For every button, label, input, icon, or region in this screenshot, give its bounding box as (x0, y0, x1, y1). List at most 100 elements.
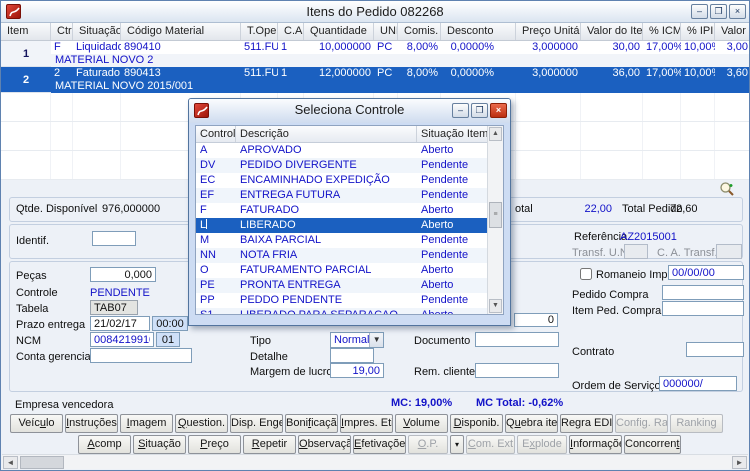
column-header-ipi[interactable]: % IPI (681, 23, 715, 40)
imagem-button[interactable]: Imagem (120, 414, 173, 433)
disponib-button[interactable]: Disponib. (450, 414, 503, 433)
bonificacao-button[interactable]: Bonificação (285, 414, 338, 433)
preco-button[interactable]: Preço (188, 435, 241, 454)
column-header-c-a[interactable]: C.A. (278, 23, 304, 40)
contrato-input[interactable] (686, 342, 744, 357)
repetir-button[interactable]: Repetir (243, 435, 296, 454)
rem-cliente-input[interactable] (475, 363, 559, 378)
chevron-down-icon[interactable]: ▼ (369, 333, 383, 347)
instrucoes-button[interactable]: Instruções (65, 414, 118, 433)
o-p-button[interactable]: O.P. (408, 435, 448, 454)
column-header-codigo-material[interactable]: Código Material (121, 23, 241, 40)
small-value-input[interactable] (514, 313, 558, 327)
scroll-left-icon[interactable]: ◄ (3, 456, 18, 469)
column-header-valor-do-item[interactable]: Valor do Item (581, 23, 643, 40)
conta-gerencial-input[interactable] (90, 348, 192, 363)
list-item[interactable]: LLIBERADOAberto (196, 218, 503, 233)
list-item[interactable]: ECENCAMINHADO EXPEDIÇÃOPendente (196, 173, 503, 188)
ncm-input[interactable] (90, 332, 154, 347)
minimize-icon[interactable]: – (691, 4, 708, 19)
romaneio-date-input[interactable] (668, 265, 744, 280)
documento-input[interactable] (475, 332, 559, 347)
margem-lucro-input[interactable] (330, 363, 384, 378)
list-item[interactable]: MBAIXA PARCIALPendente (196, 233, 503, 248)
scroll-down-icon[interactable]: ▼ (489, 299, 502, 313)
column-header-desconto[interactable]: Desconto (441, 23, 516, 40)
situacao-button[interactable]: Situação (133, 435, 186, 454)
list-item[interactable]: FFATURADOAberto (196, 203, 503, 218)
acomp-button[interactable]: Acomp (78, 435, 131, 454)
prazo-entrega-time-input[interactable] (152, 316, 188, 331)
item-ped-compra-input[interactable] (662, 301, 744, 316)
table-row[interactable]: 1FLiquidado890410511.FU110,000000PC8,00%… (1, 41, 750, 67)
tipo-select[interactable]: Normal ▼ (330, 332, 384, 348)
list-item[interactable]: DVPEDIDO DIVERGENTEPendente (196, 158, 503, 173)
list-item[interactable]: AAPROVADOAberto (196, 143, 503, 158)
modal-column-header-controle[interactable]: Controle (196, 126, 236, 142)
ranking-button[interactable]: Ranking (670, 414, 723, 433)
column-header-quantidade[interactable]: Quantidade (304, 23, 374, 40)
identif-input[interactable] (92, 231, 136, 246)
zoom-icon[interactable] (719, 181, 735, 197)
observacao-button[interactable]: Observação (298, 435, 351, 454)
ncm-suffix-input[interactable] (156, 332, 180, 347)
column-header-preco-unitario[interactable]: Preço Unitário (516, 23, 581, 40)
pecas-input[interactable] (90, 267, 156, 282)
horizontal-scrollbar[interactable]: ◄ ► (2, 454, 748, 469)
modal-minimize-icon[interactable]: – (452, 103, 469, 118)
op-dropdown-icon[interactable]: ▾ (450, 435, 464, 454)
list-item[interactable]: EFENTREGA FUTURAPendente (196, 188, 503, 203)
regra-edi-button[interactable]: Regra EDI (560, 414, 613, 433)
maximize-icon[interactable]: ❐ (710, 4, 727, 19)
volume-button[interactable]: Volume (395, 414, 448, 433)
modal-column-header-situacao-item-pe[interactable]: Situação Item Pe... (417, 126, 489, 142)
column-header-ctr[interactable]: Ctr. (51, 23, 73, 40)
tipo-label: Tipo (250, 335, 271, 347)
column-header-item[interactable]: Item (1, 23, 51, 40)
modal-maximize-icon[interactable]: ❐ (471, 103, 488, 118)
list-item[interactable]: PEPRONTA ENTREGAAberto (196, 278, 503, 293)
ca-transf-input (716, 244, 742, 259)
pedido-compra-input[interactable] (662, 285, 744, 300)
column-header-valor-ipi[interactable]: Valor IPI (715, 23, 750, 40)
vertical-scrollbar[interactable]: ▲ ≡ ▼ (487, 126, 503, 314)
list-item[interactable]: NNNOTA FRIAPendente (196, 248, 503, 263)
scroll-up-icon[interactable]: ▲ (489, 127, 502, 141)
informacoes-button[interactable]: Informações (569, 435, 622, 454)
efetivacoes-button[interactable]: Efetivações (353, 435, 406, 454)
pedido-compra-label: Pedido Compra (572, 289, 648, 301)
disp-engenh-button[interactable]: Disp. Engenh. (230, 414, 283, 433)
explode-button[interactable]: Explode (517, 435, 567, 454)
config-rank-button[interactable]: Config. Rank. (615, 414, 668, 433)
table-row[interactable]: 22Faturado890413511.FU112,000000PC8,00%0… (1, 67, 750, 93)
column-header-comis[interactable]: Comis. (398, 23, 441, 40)
impres-etiq-button[interactable]: Impres. Etiq. (340, 414, 393, 433)
grid-header: ItemCtr.SituaçãoCódigo MaterialT.Oper.C.… (1, 23, 750, 41)
column-header-t-oper[interactable]: T.Oper. (241, 23, 278, 40)
romaneio-checkbox[interactable] (580, 268, 592, 280)
modal-column-header-descricao[interactable]: Descrição (236, 126, 417, 142)
list-item[interactable]: OFATURAMENTO PARCIALAberto (196, 263, 503, 278)
column-header-icms[interactable]: % ICMS (643, 23, 681, 40)
question-button[interactable]: Question. (175, 414, 228, 433)
concorrente-button[interactable]: Concorrente (624, 435, 681, 454)
modal-close-icon[interactable]: × (490, 103, 507, 118)
detalhe-input[interactable] (330, 348, 374, 363)
veiculo-button[interactable]: Veículo (10, 414, 63, 433)
pecas-label: Peças (16, 270, 47, 282)
close-icon[interactable]: × (729, 4, 746, 19)
list-item[interactable]: PPPEDDO PENDENTEPendente (196, 293, 503, 308)
quebra-itens-button[interactable]: Quebra itens (505, 414, 558, 433)
scrollbar-thumb[interactable] (20, 456, 64, 469)
documento-label: Documento (414, 335, 470, 347)
cell-situacao: Pendente (417, 158, 489, 173)
vertical-scrollbar-thumb[interactable]: ≡ (489, 202, 502, 228)
column-header-uni[interactable]: UNI (374, 23, 398, 40)
prazo-entrega-input[interactable] (90, 316, 150, 331)
scroll-right-icon[interactable]: ► (732, 456, 747, 469)
column-header-situacao[interactable]: Situação (73, 23, 121, 40)
ordem-servico-input[interactable] (659, 376, 737, 391)
com-ext-button[interactable]: Com. Ext (466, 435, 515, 454)
list-item[interactable]: S1LIBERADO PARA SEPARACAOAberto (196, 308, 503, 315)
cell-descricao: ENTREGA FUTURA (236, 188, 417, 203)
